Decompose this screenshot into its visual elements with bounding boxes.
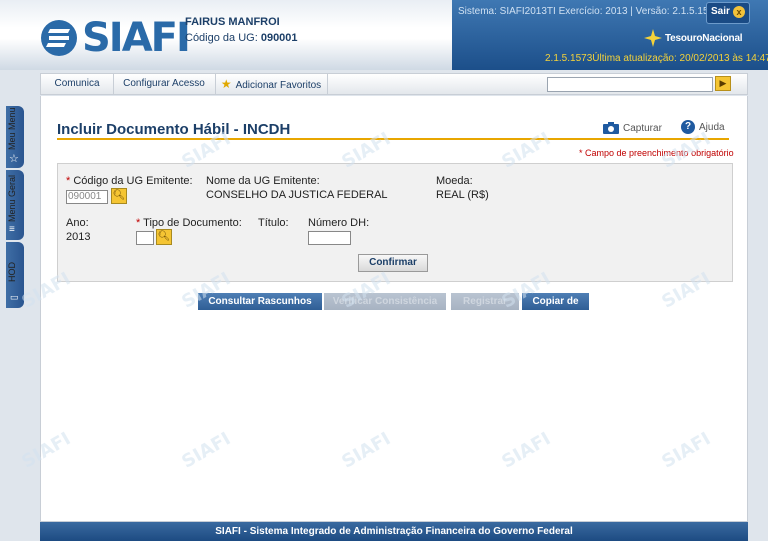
menu-comunica[interactable]: Comunica xyxy=(41,74,114,94)
numero-dh-label: Número DH: xyxy=(308,217,370,229)
search-icon: 🔍︎ xyxy=(112,190,126,201)
system-info: Sistema: SIAFI2013TI Exercício: 2013 | V… xyxy=(458,6,740,17)
numero-dh-input[interactable] xyxy=(308,231,351,245)
tab-hod-label: HOD xyxy=(7,262,17,282)
tab-meu-menu-label: Meu Menu xyxy=(7,107,17,150)
search-icon: 🔍︎ xyxy=(157,231,171,242)
menu-bar: Comunica Configurar Acesso ★ Adicionar Fa… xyxy=(40,73,748,95)
update-info: 2.1.5.1573Última atualização: 20/02/2013… xyxy=(545,53,768,64)
codigo-ug-label: * Código da UG Emitente: xyxy=(66,175,193,187)
star-icon: ★ xyxy=(220,77,232,91)
menu-go-button[interactable]: ▶ xyxy=(715,76,731,91)
moeda-label: Moeda: xyxy=(436,175,473,187)
siafi-logo: SIAFI xyxy=(40,14,191,62)
required-note: * Campo de preenchimento obrigatório xyxy=(579,148,734,158)
tipo-documento-label: * Tipo de Documento: xyxy=(136,217,242,229)
capturar-button[interactable]: Capturar xyxy=(603,122,662,134)
menu-adicionar-favoritos[interactable]: ★ Adicionar Favoritos xyxy=(215,74,328,94)
page-title: Incluir Documento Hábil - INCDH xyxy=(57,121,291,138)
menu-adicionar-favoritos-label: Adicionar Favoritos xyxy=(235,80,322,91)
codigo-ug-search-button[interactable]: 🔍︎ xyxy=(111,188,127,204)
footer-bar: SIAFI - Sistema Integrado de Administraç… xyxy=(40,522,748,541)
tesouro-text: TesouroNacional xyxy=(665,32,743,44)
form-panel: * Código da UG Emitente: 090001 🔍︎ Nome … xyxy=(57,163,733,282)
verificar-consistencia-button[interactable]: Verificar Consistência xyxy=(324,293,446,310)
siafi-logo-icon xyxy=(41,20,77,56)
star-icon: ☆ xyxy=(9,153,19,165)
moeda-value: REAL (R$) xyxy=(436,189,489,201)
help-icon: ? xyxy=(681,120,695,134)
tesouro-star-icon xyxy=(644,29,662,47)
title-divider xyxy=(57,138,729,140)
consultar-rascunhos-button[interactable]: Consultar Rascunhos xyxy=(198,293,322,310)
ug-info: Código da UG: 090001 xyxy=(185,32,298,44)
logo-text: SIAFI xyxy=(82,15,191,61)
tesouro-logo: TesouroNacional xyxy=(643,26,743,50)
ajuda-label: Ajuda xyxy=(699,121,725,133)
tab-menu-geral-label: Menu Geral xyxy=(7,174,17,222)
header-bar: SIAFI FAIRUS MANFROI Código da UG: 09000… xyxy=(0,0,768,70)
monitor-icon: ▭ xyxy=(10,292,19,302)
camera-icon xyxy=(603,122,619,134)
exit-label: Sair xyxy=(711,6,730,17)
nome-ug-label: Nome da UG Emitente: xyxy=(206,175,320,187)
exit-button[interactable]: Sair x xyxy=(706,2,750,24)
codigo-ug-input[interactable]: 090001 xyxy=(66,190,108,204)
capturar-label: Capturar xyxy=(623,122,662,134)
ug-label: Código da UG: xyxy=(185,32,258,44)
confirmar-button[interactable]: Confirmar xyxy=(358,254,428,272)
tree-icon: ≡ xyxy=(9,224,15,235)
tipo-documento-search-button[interactable]: 🔍︎ xyxy=(156,229,172,245)
ug-value: 090001 xyxy=(260,32,298,44)
registrar-button[interactable]: Registrar xyxy=(451,293,519,310)
tab-hod[interactable]: ▭ HOD xyxy=(6,242,24,308)
ano-value: 2013 xyxy=(66,231,91,243)
copiar-de-button[interactable]: Copiar de xyxy=(522,293,589,310)
main-content: Incluir Documento Hábil - INCDH Capturar… xyxy=(40,96,748,522)
ajuda-button[interactable]: ? Ajuda xyxy=(681,120,725,134)
user-name: FAIRUS MANFROI xyxy=(185,16,280,28)
close-icon: x xyxy=(733,6,745,18)
nome-ug-value: CONSELHO DA JUSTICA FEDERAL xyxy=(206,189,388,201)
menu-search-input[interactable] xyxy=(547,77,713,92)
titulo-label: Título: xyxy=(258,217,289,229)
tab-meu-menu[interactable]: ☆ Meu Menu xyxy=(6,106,24,168)
tab-menu-geral[interactable]: ≡ Menu Geral xyxy=(6,170,24,240)
tipo-documento-input[interactable] xyxy=(136,231,154,245)
arrow-right-icon: ▶ xyxy=(719,78,727,88)
menu-configurar-acesso[interactable]: Configurar Acesso xyxy=(113,74,216,94)
ano-label: Ano: xyxy=(66,217,89,229)
